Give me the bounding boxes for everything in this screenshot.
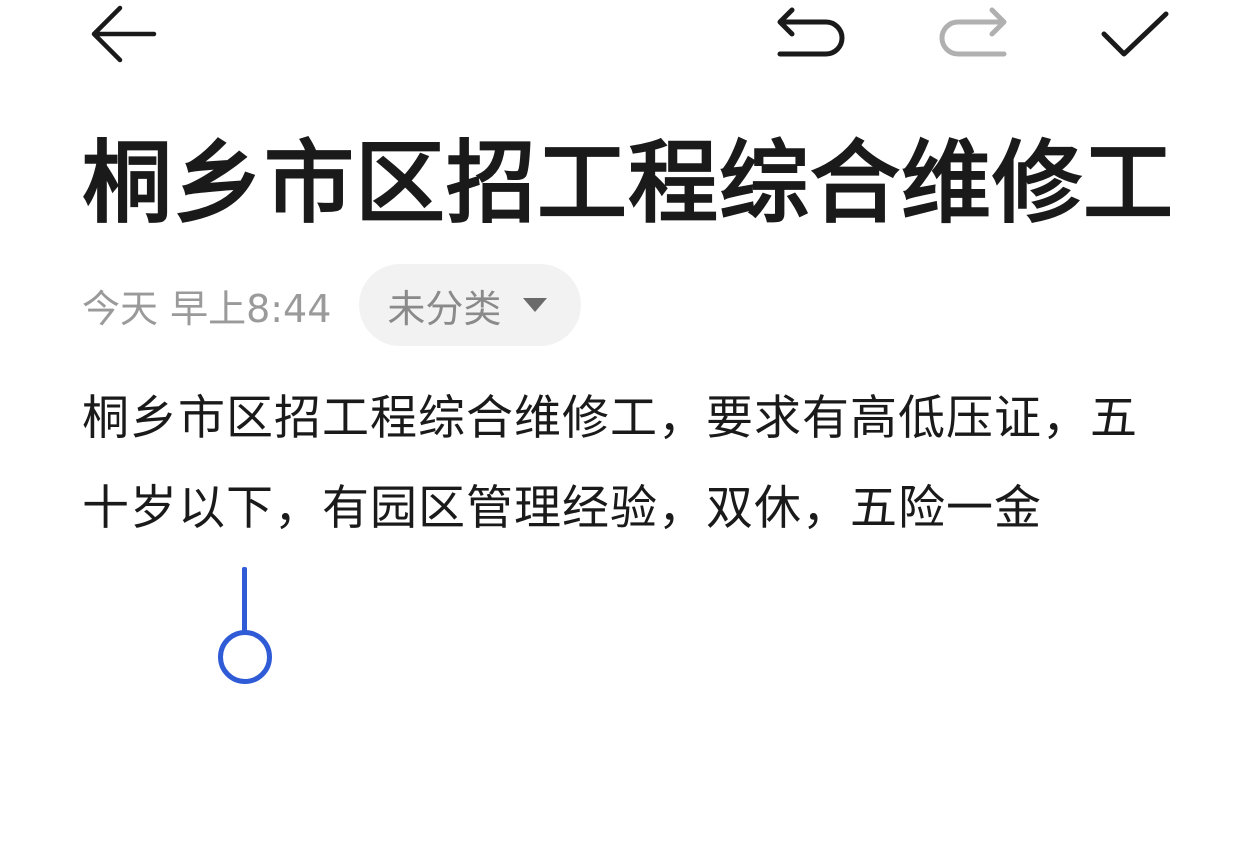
redo-button[interactable]	[932, 6, 1014, 62]
cursor-handle[interactable]	[218, 630, 272, 684]
arrow-left-icon	[91, 5, 157, 63]
caret-down-icon	[523, 298, 548, 312]
top-toolbar	[0, 0, 1256, 72]
note-meta: 今天 早上8:44 未分类	[82, 264, 582, 346]
note-body[interactable]: 桐乡市区招工程综合维修工，要求有高低压证，五十岁以下，有园区管理经验，双休，五险…	[82, 374, 1182, 554]
undo-button[interactable]	[770, 6, 852, 62]
checkmark-icon	[1101, 11, 1169, 57]
note-title[interactable]: 桐乡市区招工程综合维修工	[82, 128, 1174, 240]
done-button[interactable]	[1096, 6, 1172, 62]
category-label: 未分类	[387, 286, 502, 331]
category-dropdown[interactable]: 未分类	[359, 264, 582, 346]
back-button[interactable]	[84, 0, 160, 70]
text-cursor	[242, 567, 247, 635]
redo-icon	[939, 7, 1007, 57]
note-timestamp: 今天 早上8:44	[82, 286, 332, 331]
undo-icon	[777, 7, 845, 57]
